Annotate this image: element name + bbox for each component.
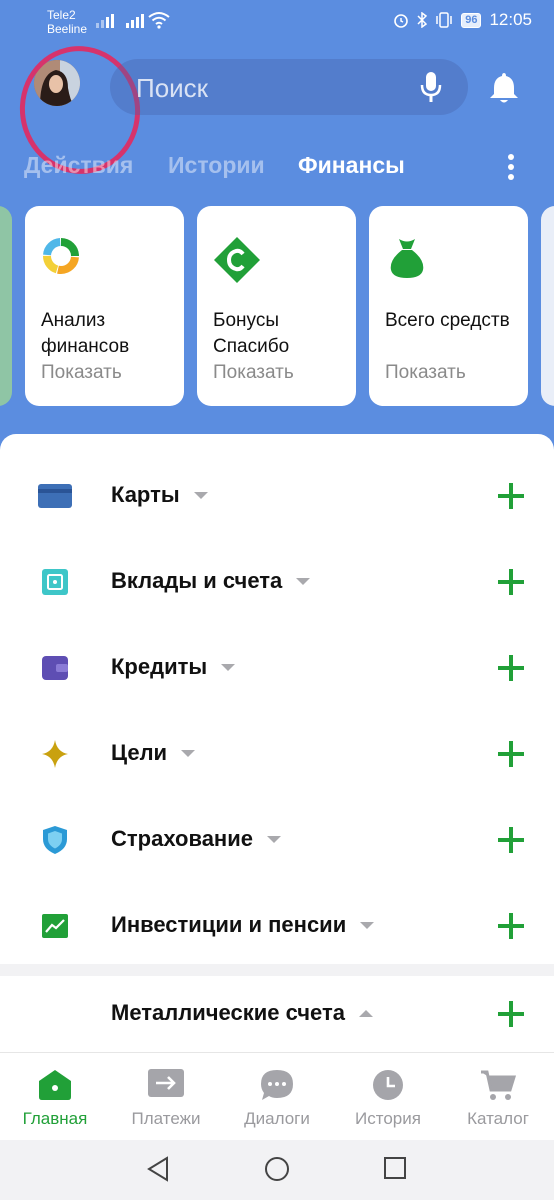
product-label: Вклады и счета [111, 568, 311, 594]
nav-item-home[interactable]: Главная [0, 1053, 110, 1141]
product-label: Страхование [111, 826, 281, 852]
partial-card-right[interactable] [541, 206, 554, 406]
section-divider [0, 964, 554, 976]
partial-card-left[interactable] [0, 206, 12, 406]
product-row-metal-accounts[interactable]: Металлические счета [0, 984, 554, 1044]
add-icon[interactable] [497, 568, 525, 596]
carrier-1: Tele2 [47, 8, 76, 22]
card-title: Всего средств [385, 310, 510, 331]
product-label: Карты [111, 482, 208, 508]
bottom-nav: Главная Платежи Диалоги История Каталог [0, 1052, 554, 1140]
safe-icon [38, 567, 72, 597]
add-icon[interactable] [497, 654, 525, 682]
chart-icon [38, 911, 72, 941]
product-row-credits[interactable]: Кредиты [0, 638, 554, 698]
chevron-down-icon [266, 835, 281, 843]
product-label: Кредиты [111, 654, 236, 680]
nav-item-payments[interactable]: Платежи [111, 1053, 221, 1141]
products-panel: Карты Вклады и счета Кредиты Цели Страхо… [0, 434, 554, 964]
tab-actions[interactable]: Действия [24, 152, 133, 179]
avatar[interactable] [34, 60, 80, 106]
nav-item-history[interactable]: История [333, 1053, 443, 1141]
recents-icon[interactable] [383, 1156, 407, 1180]
chevron-down-icon [360, 921, 375, 929]
card-icon [38, 481, 72, 511]
mic-icon[interactable] [420, 71, 442, 103]
search-input[interactable]: Поиск [136, 73, 208, 104]
carrier-2: Beeline [47, 22, 88, 36]
home-icon [39, 1070, 71, 1100]
chevron-down-icon [296, 577, 311, 585]
wifi-icon [148, 12, 170, 29]
card-subtitle: Показать [213, 362, 294, 383]
clock-time: 12:05 [489, 10, 532, 29]
system-nav-bar [0, 1140, 554, 1200]
product-row-deposits[interactable]: Вклады и счета [0, 552, 554, 612]
product-row-insurance[interactable]: Страхование [0, 810, 554, 870]
avatar-photo [34, 60, 80, 106]
card-subtitle: Показать [41, 362, 122, 383]
shield-icon [38, 825, 72, 855]
chevron-down-icon [221, 663, 236, 671]
signal-icon [96, 12, 114, 28]
battery-icon: 96 [461, 12, 482, 28]
nav-item-catalog[interactable]: Каталог [443, 1053, 553, 1141]
search-bar[interactable]: Поиск [110, 59, 468, 115]
nav-item-dialogs[interactable]: Диалоги [222, 1053, 332, 1141]
card-subtitle: Показать [385, 362, 466, 383]
product-label: Инвестиции и пенсии [111, 912, 375, 938]
chevron-down-icon [193, 491, 208, 499]
card-spasibo-bonuses[interactable]: Бонусы Спасибо Показать [197, 206, 356, 406]
pie-chart-icon [43, 238, 79, 274]
add-icon[interactable] [497, 912, 525, 940]
chevron-up-icon [359, 1009, 373, 1017]
status-right: 96 12:05 [393, 10, 532, 30]
product-row-goals[interactable]: Цели [0, 724, 554, 784]
product-row-cards[interactable]: Карты [0, 466, 554, 526]
chevron-down-icon [181, 749, 196, 757]
cart-icon [481, 1070, 516, 1100]
home-button-icon[interactable] [264, 1156, 290, 1182]
status-bar: Tele2 Beeline 96 12:05 [0, 0, 554, 44]
alarm-icon [394, 14, 409, 28]
nav-label: Платежи [131, 1109, 201, 1128]
tab-finances[interactable]: Финансы [298, 152, 405, 179]
vibrate-icon [436, 12, 452, 28]
signal-icon [126, 12, 144, 28]
add-icon[interactable] [497, 1000, 525, 1028]
money-bag-icon [390, 239, 424, 278]
nav-label: Диалоги [244, 1109, 310, 1128]
product-label: Цели [111, 740, 196, 766]
add-icon[interactable] [497, 826, 525, 854]
more-menu-icon[interactable] [504, 154, 518, 184]
metal-accounts-panel: Металлические счета [0, 976, 554, 1056]
card-title: Бонусы Спасибо [213, 310, 290, 357]
carrier-names: Tele2 Beeline [47, 8, 87, 36]
chat-icon [261, 1070, 293, 1100]
nav-label: Главная [22, 1109, 88, 1128]
clock-icon [373, 1070, 403, 1100]
product-row-investments[interactable]: Инвестиции и пенсии [0, 896, 554, 956]
payments-icon [148, 1069, 184, 1097]
add-icon[interactable] [497, 740, 525, 768]
card-title: Анализ финансов [41, 310, 130, 357]
bluetooth-icon [417, 12, 428, 28]
spasibo-icon [214, 237, 260, 283]
tab-stories[interactable]: Истории [168, 152, 265, 179]
card-total-funds[interactable]: Всего средств Показать [369, 206, 528, 406]
add-icon[interactable] [497, 482, 525, 510]
star-icon [38, 739, 72, 769]
wallet-icon [38, 653, 72, 683]
nav-label: Каталог [467, 1109, 529, 1128]
bell-icon[interactable] [486, 70, 522, 106]
nav-label: История [355, 1109, 421, 1128]
product-label: Металлические счета [111, 1000, 373, 1026]
card-finance-analysis[interactable]: Анализ финансов Показать [25, 206, 184, 406]
back-icon[interactable] [146, 1156, 170, 1182]
